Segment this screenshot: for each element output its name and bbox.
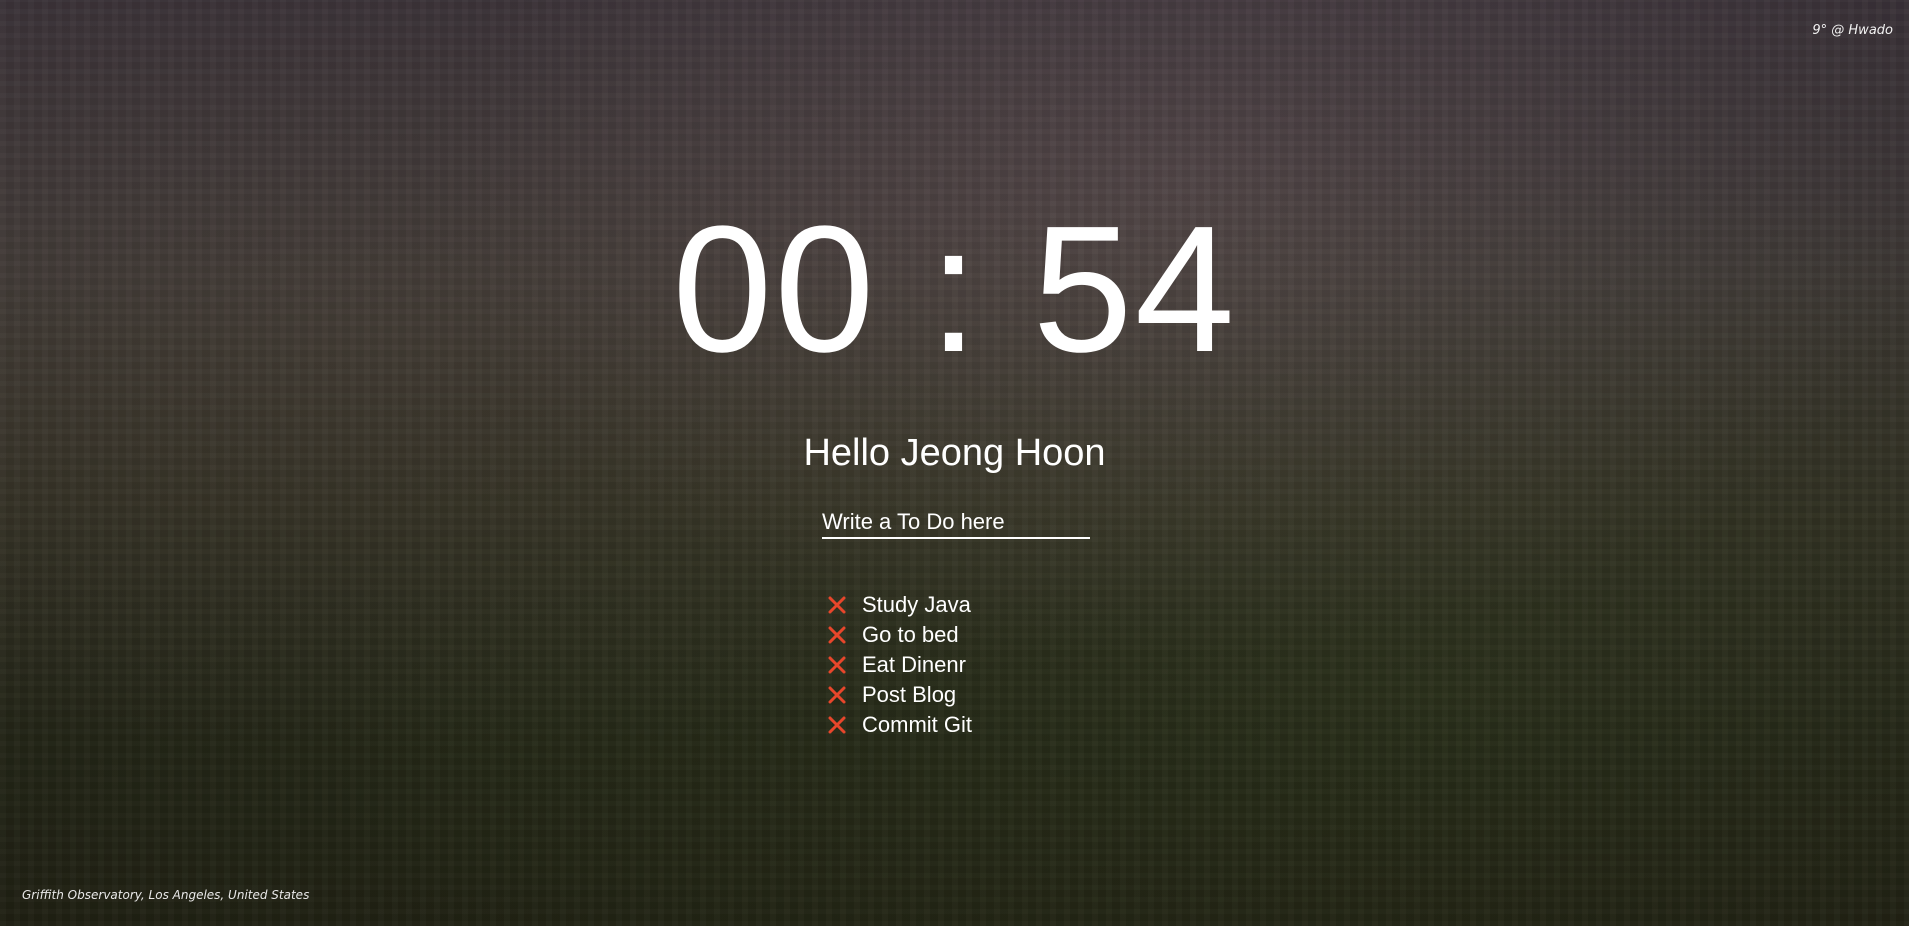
delete-todo-button[interactable] xyxy=(826,654,848,676)
close-x-icon xyxy=(828,686,846,704)
delete-todo-button[interactable] xyxy=(826,714,848,736)
todo-text: Post Blog xyxy=(862,682,957,707)
todo-form xyxy=(822,507,1090,539)
greeting-text: Hello Jeong Hoon xyxy=(803,432,1106,474)
todo-text: Study Java xyxy=(862,592,971,617)
delete-todo-button[interactable] xyxy=(826,594,848,616)
close-x-icon xyxy=(828,626,846,644)
todo-item: Study Java xyxy=(826,590,972,620)
todo-item: Go to bed xyxy=(826,620,972,650)
todo-text: Eat Dinenr xyxy=(862,652,966,677)
clock-time: 00 : 54 xyxy=(672,189,1237,390)
photo-location-caption: Griffith Observatory, Los Angeles, Unite… xyxy=(22,888,310,902)
todo-text: Commit Git xyxy=(862,712,972,737)
todo-input[interactable] xyxy=(822,507,1090,539)
delete-todo-button[interactable] xyxy=(826,684,848,706)
todo-text: Go to bed xyxy=(862,622,959,647)
todo-item: Commit Git xyxy=(826,710,972,740)
close-x-icon xyxy=(828,596,846,614)
todo-item: Post Blog xyxy=(826,680,972,710)
todo-list: Study Java Go to bed Eat Dinenr Post Blo… xyxy=(826,590,972,740)
close-x-icon xyxy=(828,716,846,734)
weather-status: 9° @ Hwado xyxy=(1812,23,1893,38)
todo-item: Eat Dinenr xyxy=(826,650,972,680)
delete-todo-button[interactable] xyxy=(826,624,848,646)
close-x-icon xyxy=(828,656,846,674)
